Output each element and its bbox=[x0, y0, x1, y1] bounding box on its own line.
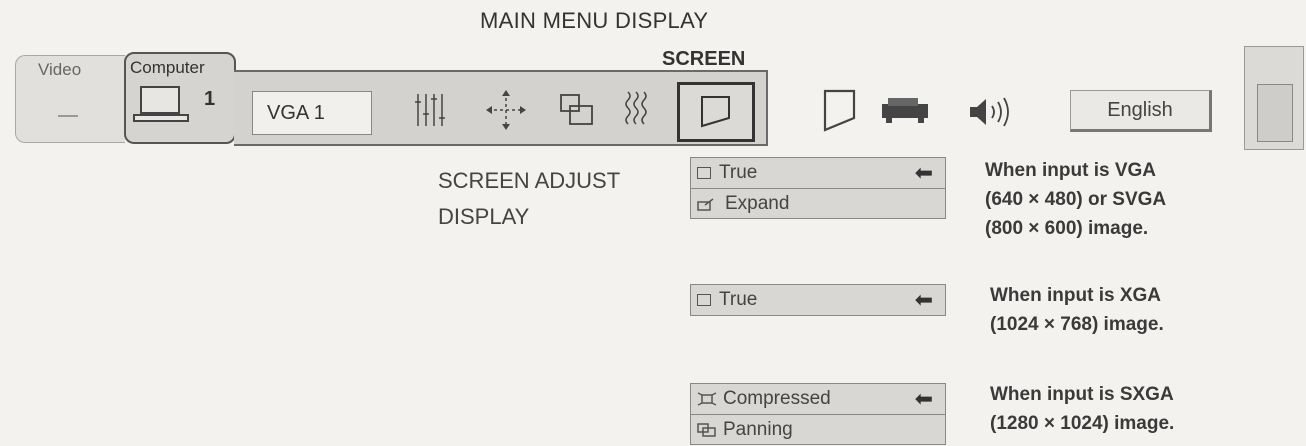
panning-icon bbox=[697, 422, 716, 437]
screen-adjust-label-line2: DISPLAY bbox=[438, 204, 530, 229]
menu-item-label: Expand bbox=[725, 192, 790, 214]
selected-arrow-icon: ⬅ bbox=[914, 386, 933, 411]
menu-item-label: True bbox=[719, 289, 758, 310]
computer-icon-base bbox=[133, 114, 189, 122]
menu-item-compressed[interactable]: Compressed ⬅ bbox=[691, 384, 945, 414]
image-adjust-icon[interactable] bbox=[413, 90, 449, 130]
screen-menu-vga: True ⬅ Expand bbox=[690, 157, 946, 219]
menu-item-true[interactable]: True ⬅ bbox=[691, 158, 945, 188]
main-menu-title: MAIN MENU DISPLAY bbox=[480, 8, 709, 33]
menu-item-panning[interactable]: Panning bbox=[691, 414, 945, 444]
compressed-icon bbox=[697, 392, 717, 406]
note-line: (1024 × 768) image. bbox=[990, 314, 1164, 335]
input-source-field[interactable]: VGA 1 bbox=[252, 91, 372, 135]
note-xga: When input is XGA (1024 × 768) image. bbox=[990, 281, 1164, 339]
note-line: When input is VGA bbox=[985, 160, 1156, 181]
sound-icon[interactable] bbox=[966, 92, 1026, 132]
keystone-icon[interactable] bbox=[822, 88, 858, 134]
note-vga: When input is VGA (640 × 480) or SVGA (8… bbox=[985, 156, 1166, 243]
menu-item-label: Compressed bbox=[723, 388, 831, 409]
true-icon bbox=[697, 167, 711, 179]
menu-item-label: Panning bbox=[723, 418, 793, 440]
note-line: (640 × 480) or SVGA bbox=[985, 189, 1167, 210]
true-icon bbox=[697, 294, 711, 306]
menu-item-label: True bbox=[719, 162, 758, 183]
expand-icon bbox=[697, 197, 714, 211]
screen-menu-xga: True ⬅ bbox=[690, 284, 946, 316]
scroll-thumb[interactable] bbox=[1257, 84, 1293, 142]
selected-arrow-icon: ⬅ bbox=[914, 287, 933, 312]
image-level-icon[interactable] bbox=[622, 88, 658, 132]
position-icon[interactable] bbox=[484, 88, 528, 132]
note-line: When input is XGA bbox=[990, 285, 1161, 306]
computer-icon bbox=[140, 86, 180, 114]
menu-item-expand[interactable]: Expand bbox=[691, 188, 945, 218]
pc-adjust-icon[interactable] bbox=[558, 92, 596, 128]
computer-number: 1 bbox=[204, 88, 216, 110]
note-line: (1280 × 1024) image. bbox=[990, 413, 1175, 434]
language-button[interactable]: English bbox=[1070, 90, 1212, 132]
projector-icon[interactable] bbox=[878, 96, 932, 128]
computer-tab-label: Computer bbox=[130, 58, 205, 77]
video-input-icon bbox=[58, 115, 78, 117]
screen-label: SCREEN bbox=[662, 48, 746, 70]
screen-menu-sxga: Compressed ⬅ Panning bbox=[690, 383, 946, 445]
note-line: (800 × 600) image. bbox=[985, 218, 1149, 239]
note-line: When input is SXGA bbox=[990, 384, 1174, 405]
note-sxga: When input is SXGA (1280 × 1024) image. bbox=[990, 380, 1174, 438]
video-tab-label: Video bbox=[38, 60, 82, 79]
screen-adjust-label-line1: SCREEN ADJUST bbox=[438, 168, 621, 193]
menu-item-true[interactable]: True ⬅ bbox=[691, 285, 945, 315]
screen-icon bbox=[701, 96, 730, 128]
screen-adjust-label: SCREEN ADJUST DISPLAY bbox=[438, 163, 620, 235]
selected-arrow-icon: ⬅ bbox=[914, 160, 933, 185]
